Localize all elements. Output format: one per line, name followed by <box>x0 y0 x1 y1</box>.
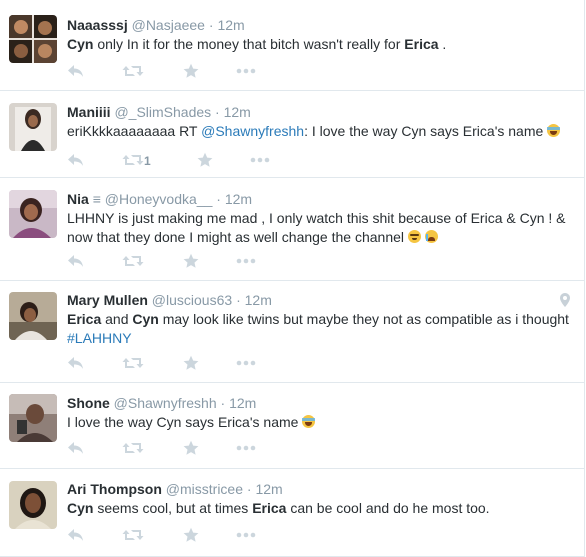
user-name[interactable]: Naaasssj <box>67 17 128 33</box>
avatar[interactable] <box>9 190 57 238</box>
retweet-icon[interactable] <box>122 527 144 547</box>
tweet[interactable]: Naaasssj @Nasjaeee · 12m Cyn only In it … <box>0 0 584 91</box>
text-segment: only In it for the money that bitch wasn… <box>93 36 405 52</box>
separator-dot: · <box>216 191 221 207</box>
tweet[interactable]: Shone @Shawnyfreshh · 12m I love the way… <box>0 383 584 469</box>
retweet-count: 1 <box>144 154 151 168</box>
tweet-timeline: Naaasssj @Nasjaeee · 12m Cyn only In it … <box>0 0 585 557</box>
tweet[interactable]: Mary Mullen @luscious63 · 12m Erica and … <box>0 281 584 383</box>
reply-icon[interactable] <box>67 440 85 460</box>
retweet-icon[interactable] <box>122 440 144 460</box>
timestamp[interactable]: 12m <box>224 104 251 120</box>
user-name[interactable]: Shone <box>67 395 110 411</box>
more-icon[interactable] <box>236 63 256 83</box>
highlighted-term: Erica <box>252 500 287 516</box>
tweet-text: eriKkkkaaaaaaaa RT @Shawnyfreshh: I love… <box>67 122 574 141</box>
star-icon[interactable] <box>197 152 213 172</box>
highlighted-term: Cyn <box>132 311 159 327</box>
text-segment: seems cool, but at times <box>93 500 253 516</box>
joy-emoji-icon <box>547 124 561 137</box>
separator-dot: · <box>220 395 226 411</box>
tweet-text: Cyn only In it for the money that bitch … <box>67 35 574 54</box>
timestamp[interactable]: 12m <box>225 191 252 207</box>
user-name[interactable]: Maniiii <box>67 104 111 120</box>
avatar[interactable] <box>9 481 57 529</box>
retweet-icon[interactable] <box>122 355 144 375</box>
highlighted-term: Cyn <box>67 36 94 52</box>
separator-dot: · <box>208 17 214 33</box>
avatar[interactable] <box>9 292 57 340</box>
avatar[interactable] <box>9 103 57 151</box>
text-segment: I love the way Cyn says Erica's name <box>67 414 303 430</box>
reply-icon[interactable] <box>67 355 85 375</box>
retweet-icon[interactable] <box>122 253 144 273</box>
text-segment: may look like twins but maybe they not a… <box>158 311 569 327</box>
avatar[interactable] <box>9 15 57 63</box>
star-icon[interactable] <box>183 355 199 375</box>
joy-emoji-icon <box>302 415 316 428</box>
separator-dot: · <box>215 104 220 120</box>
text-segment: can be cool and do he most too. <box>286 500 490 516</box>
more-icon[interactable] <box>236 355 256 375</box>
user-name[interactable]: Ari Thompson <box>67 481 162 497</box>
reply-icon[interactable] <box>67 527 85 547</box>
more-icon[interactable] <box>250 152 270 172</box>
tweet-header: Naaasssj @Nasjaeee · 12m <box>67 16 574 34</box>
more-icon[interactable] <box>236 253 256 273</box>
tweet-header: Mary Mullen @luscious63 · 12m <box>67 291 574 309</box>
reply-icon[interactable] <box>67 253 85 273</box>
star-icon[interactable] <box>183 253 199 273</box>
cry-emoji-icon <box>424 230 438 243</box>
text-segment: LHHNY is just making me mad , I only wat… <box>67 210 566 245</box>
user-handle[interactable]: @Honeyvodka__ <box>105 191 213 207</box>
highlighted-term: Erica <box>404 36 439 52</box>
avatar[interactable] <box>9 394 57 442</box>
tweet-text: LHHNY is just making me mad , I only wat… <box>67 209 574 247</box>
retweet-icon[interactable] <box>122 63 144 83</box>
timestamp[interactable]: 12m <box>255 481 282 497</box>
user-name[interactable]: Mary Mullen <box>67 292 148 308</box>
hashtag-link[interactable]: #LAHHNY <box>67 330 132 346</box>
user-handle[interactable]: @luscious63 <box>152 292 232 308</box>
text-segment: and <box>101 311 133 327</box>
user-name[interactable]: Nia <box>67 191 89 207</box>
separator-dot: · <box>236 292 241 308</box>
mention-link[interactable]: @Shawnyfreshh <box>201 123 304 139</box>
text-segment: . <box>438 36 447 52</box>
user-badge-symbol: ≡ <box>92 191 101 207</box>
tweet-header: Nia ≡ @Honeyvodka__ · 12m <box>67 190 574 208</box>
separator-dot: · <box>246 481 252 497</box>
tweet[interactable]: Ari Thompson @misstricee · 12m Cyn seems… <box>0 469 584 557</box>
tweet-text: Cyn seems cool, but at times Erica can b… <box>67 499 574 518</box>
tweet-text: Erica and Cyn may look like twins but ma… <box>67 310 574 348</box>
tweet-header: Shone @Shawnyfreshh · 12m <box>67 394 574 412</box>
tweet[interactable]: Nia ≡ @Honeyvodka__ · 12m LHHNY is just … <box>0 178 584 281</box>
timestamp[interactable]: 12m <box>217 17 244 33</box>
text-segment: eriKkkkaaaaaaaa RT <box>67 123 202 139</box>
tweet-header: Maniiii @_SlimShades · 12m <box>67 103 574 121</box>
tweet-header: Ari Thompson @misstricee · 12m <box>67 480 574 498</box>
star-icon[interactable] <box>183 63 199 83</box>
reply-icon[interactable] <box>67 63 85 83</box>
more-icon[interactable] <box>236 440 256 460</box>
reply-icon[interactable] <box>67 152 85 172</box>
user-handle[interactable]: @Shawnyfreshh <box>114 395 217 411</box>
tweet-text: I love the way Cyn says Erica's name <box>67 413 574 432</box>
user-handle[interactable]: @_SlimShades <box>114 104 211 120</box>
text-segment: : I love the way Cyn says Erica's name <box>304 123 548 139</box>
star-icon[interactable] <box>183 440 199 460</box>
location-pin-icon[interactable] <box>560 293 570 312</box>
star-icon[interactable] <box>183 527 199 547</box>
retweet-icon[interactable]: 1 <box>122 152 151 172</box>
highlighted-term: Cyn <box>67 500 94 516</box>
sweat-emoji-icon <box>407 230 421 243</box>
more-icon[interactable] <box>236 527 256 547</box>
user-handle[interactable]: @misstricee <box>166 481 243 497</box>
highlighted-term: Erica <box>67 311 102 327</box>
user-handle[interactable]: @Nasjaeee <box>132 17 205 33</box>
timestamp[interactable]: 12m <box>245 292 272 308</box>
tweet[interactable]: Maniiii @_SlimShades · 12m eriKkkkaaaaaa… <box>0 91 584 178</box>
timestamp[interactable]: 12m <box>229 395 256 411</box>
